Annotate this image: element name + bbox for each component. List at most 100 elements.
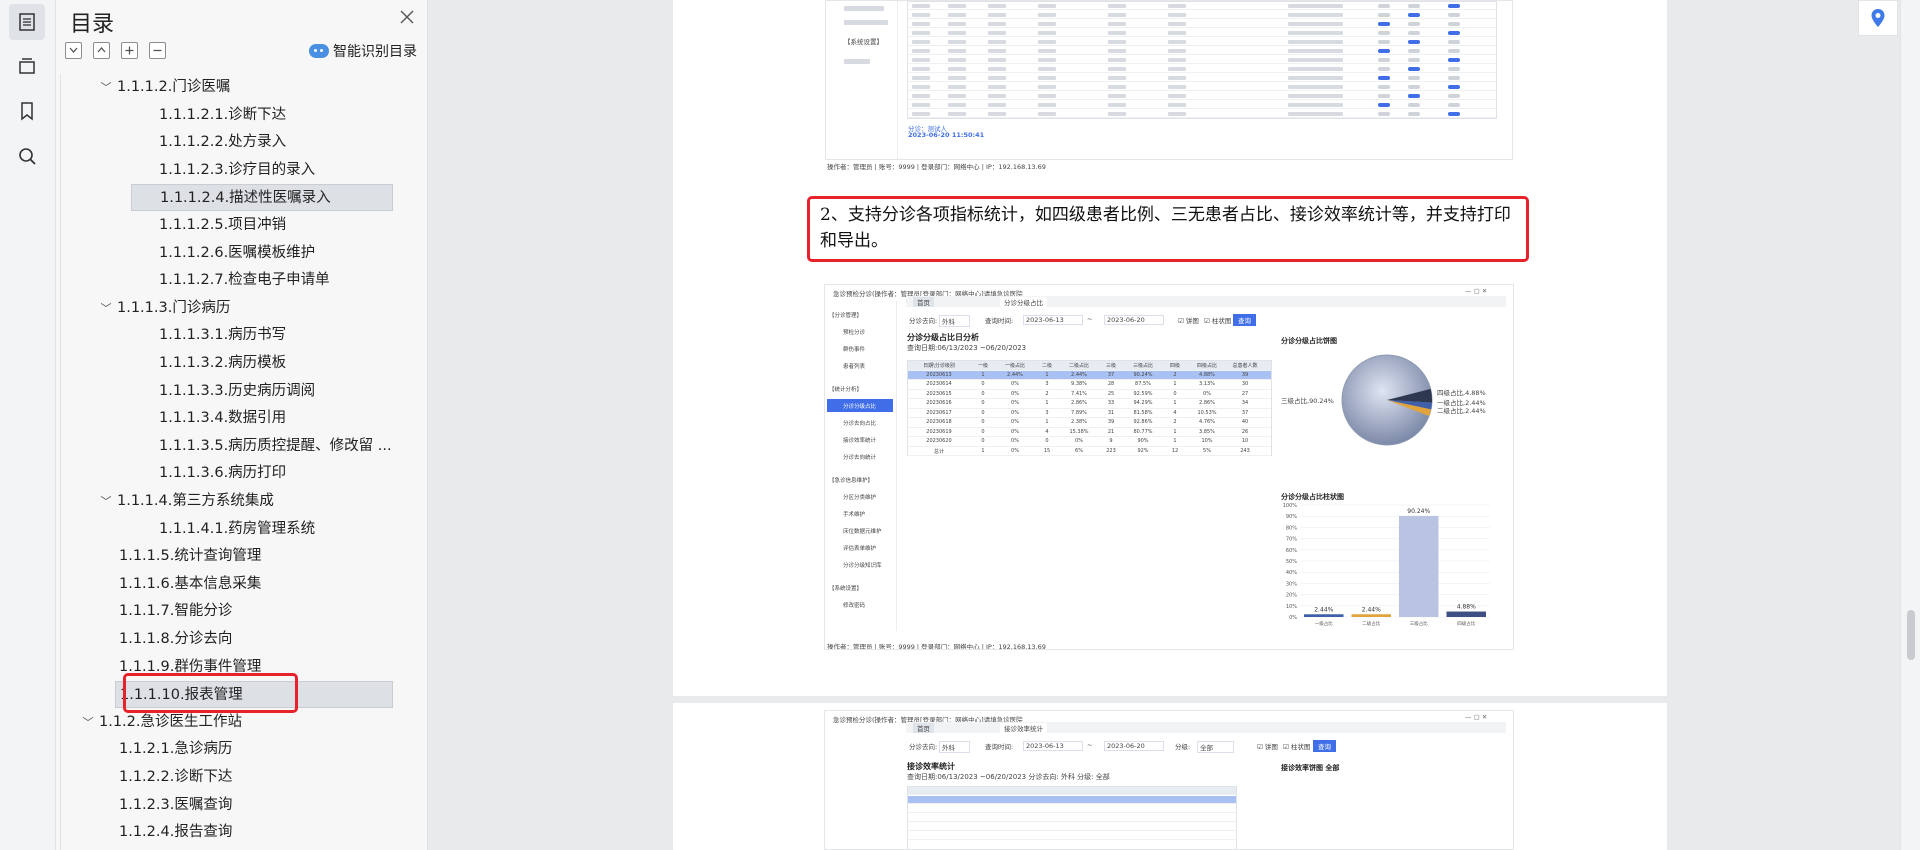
table-cell: 80.77% — [1133, 428, 1153, 435]
side-nav-item: 分诊去向占比 — [843, 421, 877, 427]
table-cell: 0 — [981, 390, 985, 397]
bar-value-label: 90.24% — [1407, 508, 1430, 515]
toc-item[interactable]: 1.1.1.3.3.历史病历调阅 — [61, 378, 401, 405]
toc-item[interactable]: 1.1.2.1.急诊病历 — [61, 736, 401, 763]
toc-item-label: 1.1.1.3.6.病历打印 — [159, 465, 287, 482]
table-row — [908, 56, 1496, 64]
side-nav-item: 【统计分析】 — [829, 387, 863, 393]
toc-item-label: 1.1.1.5.统计查询管理 — [119, 548, 262, 565]
efficiency-table — [907, 786, 1237, 849]
table-cell: 0 — [981, 428, 985, 435]
table-cell: 94.29% — [1133, 400, 1153, 406]
table-cell: 0% — [1011, 400, 1019, 406]
bookmark-icon[interactable] — [9, 93, 45, 129]
collapse-all-icon[interactable] — [65, 42, 82, 59]
y-tick-label: 10% — [1286, 604, 1297, 610]
right-scroll-rail[interactable] — [1900, 0, 1920, 850]
table-cell: 20230620 — [926, 438, 952, 444]
x-tick-label: 二级占比 — [1362, 620, 1380, 627]
table-cell: 1 — [1045, 400, 1049, 406]
y-tick-label: 70% — [1286, 537, 1297, 543]
table-cell: 6% — [1075, 447, 1083, 454]
requirement-paragraph: 2、支持分诊各项指标统计，如四级患者比例、三无患者占比、接诊效率统计等，并支持打… — [820, 205, 1511, 251]
toc-item[interactable]: 1.1.1.2.2.处方录入 — [61, 129, 401, 156]
table-cell: 21 — [1107, 428, 1115, 435]
toc-item[interactable]: ﹀ 1.1.1.2.门诊医嘱 — [61, 74, 401, 101]
table-cell: 9 — [1109, 438, 1113, 444]
table-cell: 0 — [1045, 438, 1049, 444]
toc-item[interactable]: 1.1.1.3.1.病历书写 — [61, 322, 401, 349]
chevron-down-icon[interactable]: ﹀ — [81, 709, 95, 736]
screenshot-triage-stats: 急诊预检分诊(操作者：管理员[登录部门：网络中心]请填急诊医院 — ▢ ✕ 首页… — [824, 284, 1514, 650]
toc-list: ﹀ 1.1.1.2.门诊医嘱 1.1.1.2.1.诊断下达 1.1.1.2.2.处方录… — [60, 74, 408, 850]
screenshot-patient-list: 【系统设置】 分诊：测试人 2023-06-20 11:50:41 操作者：管理… — [825, 0, 1513, 160]
table-row — [908, 47, 1496, 55]
toc-item[interactable]: 1.1.1.5.统计查询管理 — [61, 543, 401, 570]
table-cell: 三级占比 — [1132, 363, 1153, 369]
smart-toc-button[interactable]: 智能识别目录 — [309, 41, 417, 61]
toc-icon[interactable] — [9, 4, 45, 40]
shot3-pie-title: 接诊效率饼图 全部 — [1281, 764, 1340, 772]
toc-item[interactable]: 1.1.1.3.5.病历质控提醒、修改留 ... — [61, 433, 401, 460]
table-cell: 四级占比 — [1196, 363, 1217, 369]
side-nav-item: 群伤事件 — [843, 347, 866, 353]
y-tick-label: 60% — [1286, 548, 1297, 554]
chevron-down-icon[interactable]: ﹀ — [99, 74, 113, 101]
shot2-tab-active: 分诊分级占比 — [1000, 297, 1047, 307]
toc-panel: 目录 智能识别目录 ﹀ 1.1.1.2.门诊医嘱 1.1.1.2.1.诊断下达 1.1… — [56, 0, 470, 850]
shot3-check-pie: 饼图 — [1264, 743, 1278, 751]
table-row: 20230618 0 0% 1 2.38% 39 92.86% 2 4.76% 40 — [908, 418, 1271, 428]
table-cell: 0% — [1011, 419, 1019, 425]
toc-item[interactable]: ﹀ 1.1.1.3.门诊病历 — [61, 295, 401, 322]
toc-item[interactable]: 1.1.1.8.分诊去向 — [61, 626, 401, 653]
toc-item[interactable]: 1.1.1.2.5.项目冲销 — [61, 212, 401, 239]
table-cell: 90.24% — [1133, 371, 1153, 378]
close-icon[interactable] — [398, 8, 418, 28]
toc-item[interactable]: 1.1.1.4.1.药房管理系统 — [61, 516, 401, 543]
table-cell: 81.58% — [1133, 409, 1153, 416]
toc-item[interactable]: 1.1.1.3.2.病历模板 — [61, 350, 401, 377]
toc-item[interactable]: 1.1.1.3.4.数据引用 — [61, 405, 401, 432]
thumbnail-icon[interactable] — [9, 48, 45, 84]
table-cell: 37 — [1241, 409, 1249, 416]
expand-up-icon[interactable] — [93, 42, 110, 59]
toc-item[interactable]: 1.1.2.3.医嘱查询 — [61, 792, 401, 819]
location-pin-icon[interactable] — [1858, 0, 1898, 36]
chevron-down-icon[interactable]: ﹀ — [99, 295, 113, 322]
shot3-report-range: 查询日期:06/13/2023 ~06/20/2023 分诊去向: 外科 分级:… — [907, 773, 1110, 781]
toc-item[interactable]: 1.1.1.7.智能分诊 — [61, 598, 401, 625]
pie-label-level4: 四级占比,4.88% — [1437, 389, 1486, 397]
toc-item[interactable]: 1.1.1.2.1.诊断下达 — [61, 102, 401, 129]
toc-item[interactable]: 1.1.1.6.基本信息采集 — [61, 571, 401, 598]
y-tick-label: 50% — [1286, 559, 1297, 565]
toc-item[interactable]: 1.1.1.2.4.描述性医嘱录入 — [131, 184, 393, 212]
toc-item-label: 1.1.2.3.医嘱查询 — [119, 796, 233, 813]
table-cell: 15.38% — [1069, 428, 1089, 435]
remove-heading-icon[interactable] — [149, 42, 166, 59]
shot3-date-to: 2023-06-20 — [1104, 741, 1164, 751]
shot2-time-label: 查询时间: — [985, 317, 1014, 325]
toc-item[interactable]: 1.1.1.3.6.病历打印 — [61, 460, 401, 487]
table-cell: 1 — [1045, 371, 1049, 378]
toc-item-label: 1.1.2.1.急诊病历 — [119, 741, 233, 758]
toc-item[interactable]: 1.1.1.2.6.医嘱模板维护 — [61, 240, 401, 267]
search-icon[interactable] — [9, 138, 45, 174]
document-scrollbar-thumb[interactable] — [1907, 610, 1915, 660]
table-cell: 0 — [1173, 390, 1177, 397]
toc-item[interactable]: 1.1.2.4.报告查询 — [61, 819, 401, 846]
side-nav-item: 预检分诊 — [843, 330, 866, 336]
toc-item[interactable]: 1.1.1.2.7.检查电子申请单 — [61, 267, 401, 294]
add-heading-icon[interactable] — [121, 42, 138, 59]
table-cell: 26 — [1241, 428, 1249, 435]
table-cell: 33 — [1107, 400, 1115, 406]
toc-item[interactable]: 1.1.1.2.3.诊疗目的录入 — [61, 157, 401, 184]
toc-item[interactable]: 1.1.2.2.诊断下达 — [61, 764, 401, 791]
chevron-down-icon[interactable]: ﹀ — [99, 488, 113, 515]
table-cell: 0% — [1011, 381, 1019, 387]
toc-item-label: 1.1.1.2.6.医嘱模板维护 — [159, 244, 316, 261]
toc-item-label: 1.1.2.2.诊断下达 — [119, 769, 233, 785]
table-row: 20230619 0 0% 4 15.38% 21 80.77% 1 3.85% 26 — [908, 428, 1271, 437]
table-cell: 34 — [1241, 400, 1249, 406]
table-cell: 25 — [1107, 390, 1115, 397]
toc-item[interactable]: ﹀ 1.1.1.4.第三方系统集成 — [61, 488, 401, 515]
